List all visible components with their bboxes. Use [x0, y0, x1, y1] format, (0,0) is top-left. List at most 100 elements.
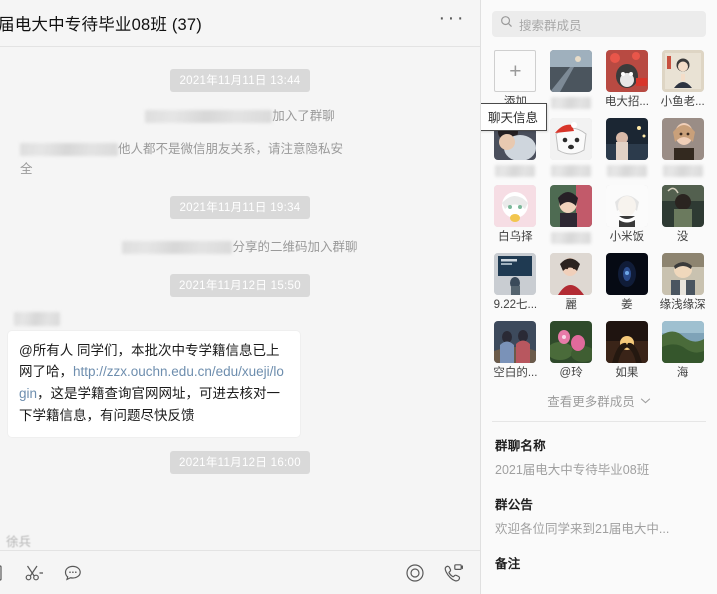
member-name: @玲 [559, 366, 583, 379]
chat-toolbar [0, 550, 480, 594]
member-item[interactable] [548, 50, 595, 110]
timestamp-row: 2021年11月12日 15:50 [0, 273, 480, 297]
page-title: 届电大中专待毕业08班 (37) [0, 16, 202, 34]
member-name-redacted [551, 164, 592, 177]
message-bubble[interactable]: @所有人 同学们，本批次中专学籍信息已上网了哈，http://zzx.ouchn… [8, 330, 300, 437]
group-remark-section[interactable]: 备注 [481, 537, 717, 577]
search-wrap: 搜索群成员 [481, 0, 717, 46]
avatar [661, 50, 704, 92]
plus-icon: + [494, 50, 537, 92]
bubble-text-part2: ，这是学籍查询官网网址，可进去核对一下学籍信息，有问题尽快反馈 [19, 386, 281, 424]
member-item[interactable]: @玲 [548, 320, 595, 381]
redacted-name [20, 142, 118, 156]
member-item[interactable]: 缘浅缘深 [659, 252, 706, 313]
member-item[interactable] [659, 117, 706, 177]
avatar [605, 252, 648, 295]
member-item[interactable]: 小米饭 [604, 184, 651, 245]
avatar [550, 117, 593, 160]
member-item[interactable]: 海 [659, 320, 706, 381]
avatar [494, 252, 537, 295]
member-name: 姜 [621, 298, 633, 311]
timestamp-row: 2021年11月11日 13:44 [0, 69, 480, 92]
search-icon [500, 15, 513, 33]
member-grid: + 添加 聊天信息 电大招... 小鱼老... 白乌择 小米饭 没 9.22七.… [481, 46, 717, 381]
system-message-row: 他人都不是微信朋友关系，请注意隐私安全 [0, 139, 480, 180]
system-message-text: 他人都不是微信朋友关系，请注意隐私安全 [20, 141, 344, 177]
member-name-redacted [662, 164, 703, 177]
group-name-section[interactable]: 群聊名称 2021届电大中专待毕业08班 [481, 422, 717, 478]
member-item[interactable]: 空白的... [492, 320, 539, 381]
file-icon[interactable] [0, 562, 6, 584]
toolbar-left-group [0, 562, 84, 584]
avatar [550, 184, 593, 227]
member-item[interactable]: 如果 [604, 320, 651, 381]
member-name: 没 [676, 230, 689, 243]
timestamp-pill: 2021年11月11日 13:44 [170, 69, 310, 92]
member-name: 小鱼老... [660, 96, 705, 108]
avatar [550, 252, 593, 295]
group-announcement-value: 欢迎各位同学来到21届电大中... [495, 521, 670, 536]
timestamp-row: 2021年11月12日 16:00 [0, 450, 480, 474]
member-name: 空白的... [493, 366, 538, 379]
member-name: 白乌择 [498, 230, 533, 243]
video-call-icon[interactable] [442, 562, 464, 584]
redacted-name [145, 110, 273, 124]
search-placeholder: 搜索群成员 [519, 18, 582, 33]
avatar [605, 50, 648, 92]
member-name-redacted [551, 231, 592, 244]
member-name-redacted [495, 164, 536, 177]
member-item[interactable] [548, 184, 595, 245]
member-item[interactable]: 没 [659, 184, 706, 245]
system-message-text: 加入了群聊 [145, 106, 335, 127]
member-name: 麗 [565, 298, 577, 311]
member-name: 电大招... [604, 96, 649, 108]
member-name: 海 [676, 366, 689, 379]
avatar [550, 320, 593, 363]
scissors-icon[interactable] [23, 562, 45, 584]
avatar [661, 117, 704, 160]
group-announcement-label: 群公告 [495, 497, 534, 512]
group-remark-label: 备注 [495, 556, 521, 571]
member-name: 如果 [615, 366, 639, 379]
message-list: 2021年11月11日 13:44 加入了群聊 他人都不是微信朋友关系，请注意隐… [0, 47, 480, 550]
avatar [661, 320, 704, 363]
group-info-sidebar: 搜索群成员 + 添加 聊天信息 电大招... 小鱼老... 白乌择 小米饭 没 … [480, 0, 717, 594]
member-item[interactable]: 9.22七... [492, 252, 539, 313]
avatar [605, 320, 648, 363]
member-name: 缘浅缘深 [659, 298, 706, 311]
view-more-members-button[interactable]: 查看更多群成员 [481, 381, 717, 421]
chat-more-button[interactable]: ··· [439, 8, 466, 28]
member-name: 9.22七... [493, 298, 538, 311]
group-name-value: 2021届电大中专待毕业08班 [495, 462, 650, 477]
add-member-button[interactable]: + 添加 聊天信息 [481, 50, 548, 131]
system-message-row: 加入了群聊 [0, 106, 480, 127]
member-item[interactable] [604, 117, 651, 177]
member-name: 小米饭 [609, 230, 645, 243]
avatar [494, 184, 537, 227]
chat-bubble-icon[interactable] [62, 562, 84, 584]
message-sender-name [14, 311, 480, 328]
member-item[interactable]: 小鱼老... [659, 50, 706, 110]
redacted-name [122, 241, 233, 255]
chat-pane: 届电大中专待毕业08班 (37) ··· 2021年11月11日 13:44 加… [0, 0, 480, 594]
member-item[interactable]: 麗 [548, 252, 595, 313]
group-announcement-section[interactable]: 群公告 欢迎各位同学来到21届电大中... [481, 478, 717, 537]
screen-record-icon[interactable] [404, 562, 426, 584]
member-item[interactable]: 姜 [604, 252, 651, 313]
search-input[interactable]: 搜索群成员 [492, 11, 706, 37]
member-name-redacted [551, 97, 592, 109]
bottom-sender-name: 徐兵 [6, 535, 32, 549]
view-more-label: 查看更多群成员 [547, 394, 635, 409]
member-item[interactable]: 白乌择 [492, 184, 539, 245]
avatar [605, 184, 648, 227]
avatar [494, 320, 537, 363]
member-item[interactable] [548, 117, 595, 177]
timestamp-row: 2021年11月11日 19:34 [0, 195, 480, 219]
member-item[interactable]: 电大招... [604, 50, 651, 110]
group-name-label: 群聊名称 [495, 438, 546, 453]
timestamp-pill: 2021年11月11日 19:34 [170, 195, 310, 219]
system-message-text: 分享的二维码加入群聊 [122, 237, 358, 258]
chat-info-tooltip: 聊天信息 [481, 103, 548, 131]
avatar [605, 117, 648, 160]
system-message-row: 分享的二维码加入群聊 [0, 237, 480, 258]
